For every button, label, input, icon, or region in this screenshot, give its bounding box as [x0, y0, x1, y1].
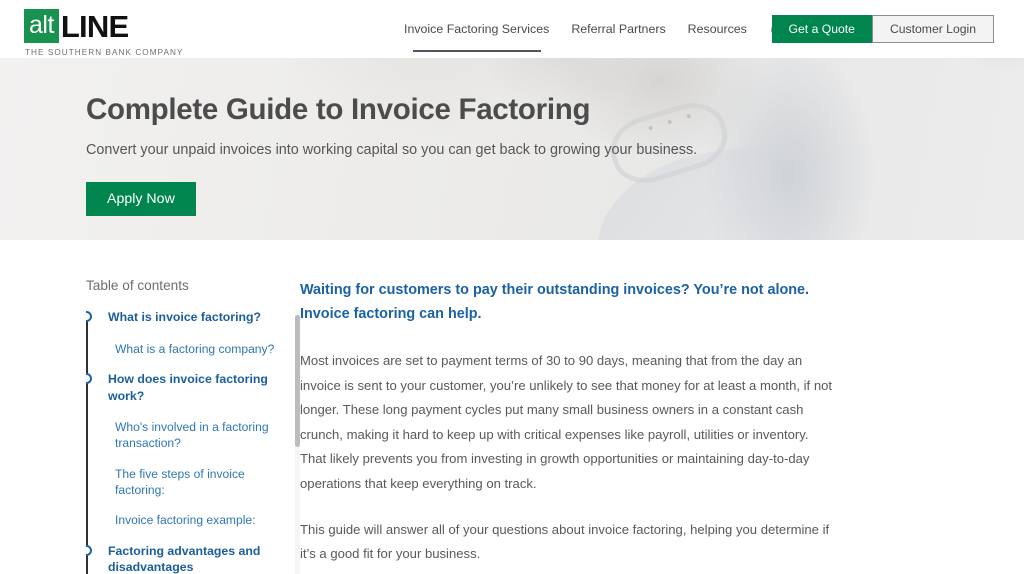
- table-of-contents: Table of contents What is invoice factor…: [0, 278, 300, 574]
- logo-wordmark: alt LINE: [24, 8, 129, 44]
- toc-scrollbar[interactable]: [295, 309, 300, 574]
- circle-marker-icon: [86, 372, 92, 384]
- get-a-quote-button[interactable]: Get a Quote: [771, 15, 872, 43]
- toc-list: What is invoice factoring? What is a fac…: [86, 309, 284, 574]
- customer-login-button[interactable]: Customer Login: [871, 15, 994, 43]
- page-title: Complete Guide to Invoice Factoring: [86, 93, 591, 126]
- toc-item-label: Invoice factoring example:: [115, 513, 256, 528]
- toc-item-whos-involved-in-a-factoring-transaction[interactable]: Who's involved in a factoring transactio…: [86, 419, 284, 452]
- toc-item-label: Factoring advantages and disadvantages: [108, 543, 261, 574]
- toc-item-what-is-a-factoring-company[interactable]: What is a factoring company?: [86, 341, 284, 357]
- toc-item-label: How does invoice factoring work?: [108, 371, 268, 403]
- logo-line-text: LINE: [60, 8, 129, 44]
- nav-item-resources[interactable]: Resources: [688, 22, 747, 36]
- site-logo[interactable]: alt LINE THE SOUTHERN BANK COMPANY: [24, 9, 183, 57]
- content-area: Table of contents What is invoice factor…: [0, 240, 1024, 574]
- table-of-contents-heading: Table of contents: [86, 278, 189, 293]
- logo-tagline: THE SOUTHERN BANK COMPANY: [25, 48, 184, 57]
- site-header: alt LINE THE SOUTHERN BANK COMPANY Invoi…: [0, 0, 1024, 58]
- table-of-contents-scroll-region[interactable]: What is invoice factoring? What is a fac…: [86, 309, 300, 574]
- toc-item-label: Who's involved in a factoring transactio…: [115, 420, 269, 451]
- nav-item-referral-partners[interactable]: Referral Partners: [571, 22, 665, 36]
- article-body: Waiting for customers to pay their outst…: [300, 278, 900, 574]
- hero-content: Complete Guide to Invoice Factoring Conv…: [0, 58, 1024, 217]
- toc-item-label: The five steps of invoice factoring:: [115, 466, 245, 498]
- toc-item-label: What is a factoring company?: [115, 341, 275, 356]
- article-lead-paragraph: Waiting for customers to pay their outst…: [300, 282, 810, 323]
- toc-item-how-does-invoice-factoring-work[interactable]: How does invoice factoring work?: [86, 371, 284, 404]
- toc-scrollbar-thumb[interactable]: [295, 315, 300, 447]
- hero-banner: Complete Guide to Invoice Factoring Conv…: [0, 58, 1024, 240]
- toc-item-label: What is invoice factoring?: [108, 310, 262, 324]
- circle-marker-icon: [86, 311, 92, 322]
- circle-marker-icon: [86, 544, 92, 556]
- apply-now-button[interactable]: Apply Now: [86, 182, 196, 217]
- toc-item-the-five-steps-of-invoice-factoring[interactable]: The five steps of invoice factoring:: [86, 466, 284, 499]
- article-paragraph-1: Most invoices are set to payment terms o…: [300, 352, 833, 492]
- toc-item-factoring-advantages-and-disadvantages[interactable]: Factoring advantages and disadvantages: [86, 543, 284, 574]
- article-paragraph-2: This guide will answer all of your quest…: [300, 521, 830, 562]
- logo-alt-mark: alt: [24, 9, 59, 43]
- hero-subtitle: Convert your unpaid invoices into workin…: [86, 142, 698, 159]
- toc-item-invoice-factoring-example[interactable]: Invoice factoring example:: [86, 512, 284, 528]
- toc-item-what-is-invoice-factoring[interactable]: What is invoice factoring?: [86, 309, 284, 326]
- header-action-buttons: Get a Quote Customer Login: [771, 15, 994, 43]
- nav-item-invoice-factoring-services[interactable]: Invoice Factoring Services: [404, 22, 549, 52]
